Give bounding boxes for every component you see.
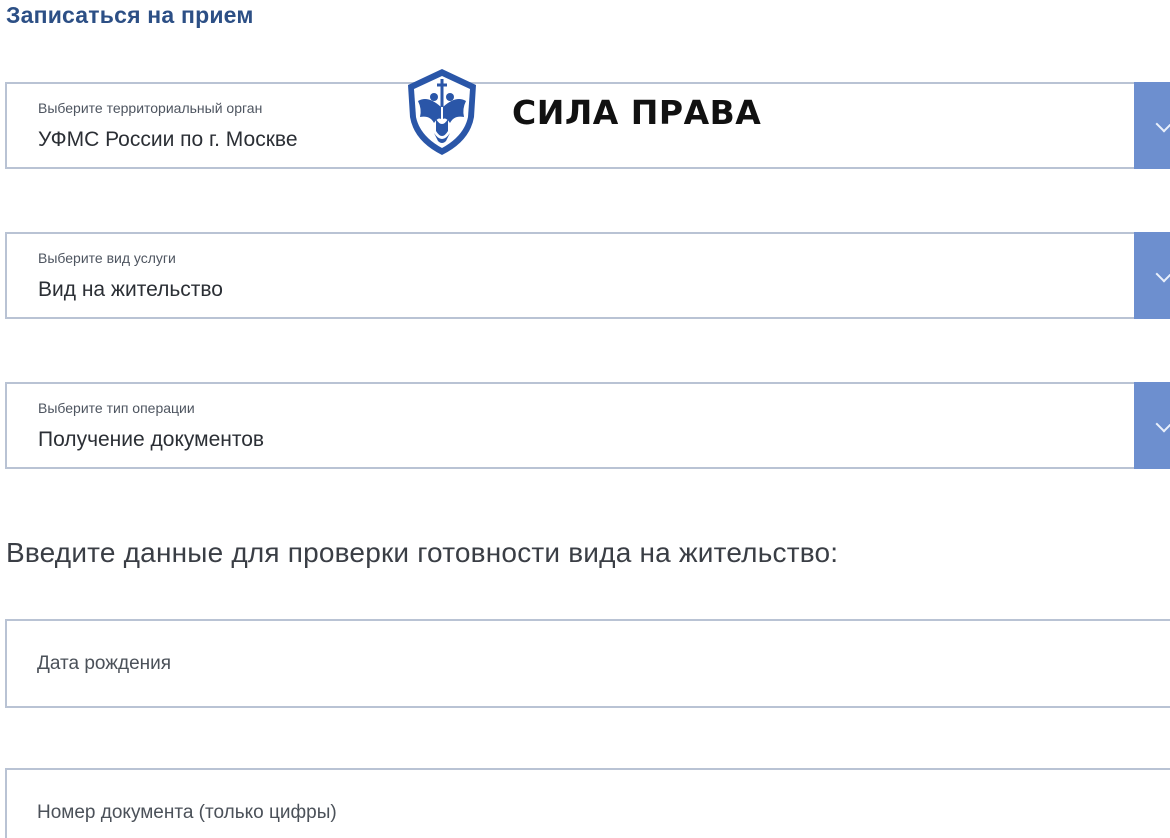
page-title: Записаться на прием (6, 2, 254, 28)
territorial-organ-select[interactable]: Выберите территориальный орган УФМС Росс… (5, 82, 1170, 169)
chevron-down-icon (1155, 265, 1170, 283)
chevron-down-icon (1155, 115, 1170, 133)
document-number-input[interactable] (5, 768, 1170, 838)
readiness-check-heading: Введите данные для проверки готовности в… (6, 537, 839, 568)
appointment-page: Записаться на прием Выберите территориал… (0, 0, 1170, 838)
operation-type-value: Получение документов (38, 428, 265, 451)
service-type-value: Вид на жительство (38, 278, 223, 301)
service-type-label: Выберите вид услуги (38, 250, 176, 266)
operation-type-label: Выберите тип операции (38, 400, 195, 416)
birthdate-input[interactable] (5, 619, 1170, 708)
territorial-organ-dropdown-button[interactable] (1134, 82, 1170, 169)
operation-type-dropdown-button[interactable] (1134, 382, 1170, 469)
chevron-down-icon (1155, 415, 1170, 433)
operation-type-select[interactable]: Выберите тип операции Получение документ… (5, 382, 1170, 469)
service-type-select[interactable]: Выберите вид услуги Вид на жительство (5, 232, 1170, 319)
territorial-organ-label: Выберите территориальный орган (38, 100, 263, 116)
service-type-dropdown-button[interactable] (1134, 232, 1170, 319)
territorial-organ-value: УФМС России по г. Москве (38, 128, 298, 151)
